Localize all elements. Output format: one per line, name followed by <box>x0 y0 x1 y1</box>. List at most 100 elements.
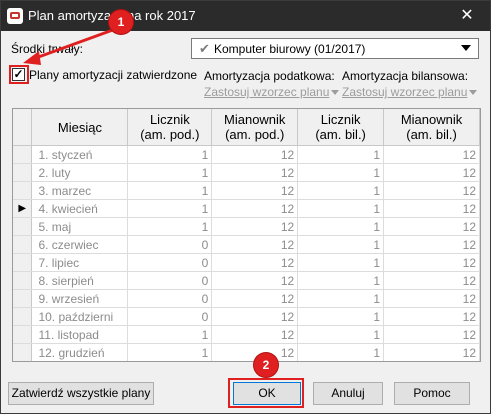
table-row[interactable]: 3. marzec 1 12 1 12 <box>13 181 480 200</box>
cell-tax-numerator[interactable]: 1 <box>127 163 213 182</box>
table-row[interactable]: ▶ 4. kwiecień 1 12 1 12 <box>13 199 480 218</box>
table-row[interactable]: 5. maj 1 12 1 12 <box>13 217 480 236</box>
app-icon <box>7 8 23 24</box>
cell-tax-numerator[interactable]: 1 <box>127 199 213 218</box>
row-indicator <box>13 235 33 254</box>
approve-all-button[interactable]: Zatwierdź wszystkie plany <box>8 382 154 405</box>
cell-balance-denominator[interactable]: 12 <box>383 325 480 344</box>
cell-balance-denominator[interactable]: 12 <box>383 307 480 326</box>
cell-balance-numerator[interactable]: 1 <box>297 325 385 344</box>
row-indicator-header <box>13 109 33 146</box>
cell-tax-numerator[interactable]: 0 <box>127 289 213 308</box>
cell-balance-numerator[interactable]: 1 <box>297 145 385 164</box>
cell-month[interactable]: 1. styczeń <box>31 145 129 164</box>
cell-balance-numerator[interactable]: 1 <box>297 235 385 254</box>
cell-month[interactable]: 2. luty <box>31 163 129 182</box>
table-row[interactable]: 7. lipiec 0 12 1 12 <box>13 253 480 272</box>
table-header-row: Miesiąc Licznik (am. pod.) Mianownik (am. … <box>13 109 480 146</box>
cell-tax-denominator[interactable]: 12 <box>211 145 299 164</box>
cell-tax-denominator[interactable]: 12 <box>211 271 299 290</box>
cell-month[interactable]: 11. listopad <box>31 325 129 344</box>
checkmark-icon: ✔ <box>199 41 210 56</box>
table-row[interactable]: 11. listopad 1 12 1 12 <box>13 325 480 344</box>
cell-balance-numerator[interactable]: 1 <box>297 307 385 326</box>
cell-balance-numerator[interactable]: 1 <box>297 181 385 200</box>
asset-select[interactable]: ✔ Komputer biurowy (01/2017) <box>191 38 479 59</box>
cell-tax-denominator[interactable]: 12 <box>211 307 299 326</box>
cell-balance-denominator[interactable]: 12 <box>383 271 480 290</box>
cell-balance-numerator[interactable]: 1 <box>297 289 385 308</box>
cell-tax-numerator[interactable]: 1 <box>127 217 213 236</box>
cell-balance-numerator[interactable]: 1 <box>297 163 385 182</box>
cell-tax-numerator[interactable]: 0 <box>127 307 213 326</box>
cell-tax-denominator[interactable]: 12 <box>211 325 299 344</box>
cell-month[interactable]: 3. marzec <box>31 181 129 200</box>
dropdown-arrow-icon <box>461 45 471 51</box>
cell-tax-denominator[interactable]: 12 <box>211 181 299 200</box>
cancel-button[interactable]: Anuluj <box>313 382 383 405</box>
annotation-badge-1: 1 <box>109 10 133 34</box>
tax-amortization-label: Amortyzacja podatkowa: <box>204 69 335 83</box>
table-row[interactable]: 2. luty 1 12 1 12 <box>13 163 480 182</box>
col-header-tax-numerator[interactable]: Licznik (am. pod.) <box>127 109 213 146</box>
col-header-tax-denominator[interactable]: Mianownik (am. pod.) <box>211 109 299 146</box>
cell-balance-denominator[interactable]: 12 <box>383 253 480 272</box>
col-header-balance-numerator[interactable]: Licznik (am. bil.) <box>297 109 385 146</box>
cell-tax-numerator[interactable]: 1 <box>127 343 213 361</box>
cell-month[interactable]: 6. czerwiec <box>31 235 129 254</box>
table-row[interactable]: 10. październi 0 12 1 12 <box>13 307 480 326</box>
cell-balance-denominator[interactable]: 12 <box>383 235 480 254</box>
cell-balance-denominator[interactable]: 12 <box>383 343 480 361</box>
help-button[interactable]: Pomoc <box>394 382 470 405</box>
cell-balance-numerator[interactable]: 1 <box>297 199 385 218</box>
table-row[interactable]: 6. czerwiec 0 12 1 12 <box>13 235 480 254</box>
cell-balance-denominator[interactable]: 12 <box>383 163 480 182</box>
amortization-grid[interactable]: Miesiąc Licznik (am. pod.) Mianownik (am. … <box>12 108 481 362</box>
dialog-window: Plan amortyzacji na rok 2017 ✕ Środki tr… <box>0 0 491 414</box>
col-header-month[interactable]: Miesiąc <box>31 109 129 146</box>
row-indicator <box>13 289 33 308</box>
cell-tax-numerator[interactable]: 0 <box>127 235 213 254</box>
row-indicator <box>13 253 33 272</box>
table-row[interactable]: 1. styczeń 1 12 1 12 <box>13 145 480 164</box>
cell-tax-numerator[interactable]: 1 <box>127 145 213 164</box>
cell-tax-numerator[interactable]: 1 <box>127 181 213 200</box>
cell-tax-denominator[interactable]: 12 <box>211 163 299 182</box>
cell-month[interactable]: 9. wrzesień <box>31 289 129 308</box>
cell-month[interactable]: 10. październi <box>31 307 129 326</box>
table-row[interactable]: 12. grudzień 1 12 1 12 <box>13 343 480 361</box>
cell-balance-denominator[interactable]: 12 <box>383 289 480 308</box>
cell-tax-numerator[interactable]: 0 <box>127 253 213 272</box>
cell-tax-numerator[interactable]: 1 <box>127 325 213 344</box>
close-icon[interactable]: ✕ <box>444 1 490 31</box>
cell-balance-denominator[interactable]: 12 <box>383 217 480 236</box>
cell-month[interactable]: 4. kwiecień <box>31 199 129 218</box>
cell-month[interactable]: 5. maj <box>31 217 129 236</box>
tax-apply-template-link[interactable]: Zastosuj wzorzec planu <box>204 85 340 99</box>
cell-balance-numerator[interactable]: 1 <box>297 343 385 361</box>
plan-table: Miesiąc Licznik (am. pod.) Mianownik (am. … <box>13 109 480 361</box>
cell-tax-denominator[interactable]: 12 <box>211 289 299 308</box>
cell-month[interactable]: 8. sierpień <box>31 271 129 290</box>
row-indicator <box>13 145 33 164</box>
cell-tax-numerator[interactable]: 0 <box>127 271 213 290</box>
cell-balance-numerator[interactable]: 1 <box>297 271 385 290</box>
cell-tax-denominator[interactable]: 12 <box>211 199 299 218</box>
cell-balance-denominator[interactable]: 12 <box>383 199 480 218</box>
cell-balance-numerator[interactable]: 1 <box>297 253 385 272</box>
tax-apply-template-text: Zastosuj wzorzec planu <box>204 85 330 99</box>
cell-tax-denominator[interactable]: 12 <box>211 253 299 272</box>
table-row[interactable]: 8. sierpień 0 12 1 12 <box>13 271 480 290</box>
col-header-balance-denominator[interactable]: Mianownik (am. bil.) <box>383 109 480 146</box>
cell-balance-denominator[interactable]: 12 <box>383 145 480 164</box>
cell-tax-denominator[interactable]: 12 <box>211 217 299 236</box>
chevron-down-icon <box>469 90 478 96</box>
table-row[interactable]: 9. wrzesień 0 12 1 12 <box>13 289 480 308</box>
cell-month[interactable]: 12. grudzień <box>31 343 129 361</box>
cell-balance-numerator[interactable]: 1 <box>297 217 385 236</box>
balance-apply-template-link[interactable]: Zastosuj wzorzec planu <box>342 85 478 99</box>
row-indicator <box>13 163 33 182</box>
cell-tax-denominator[interactable]: 12 <box>211 235 299 254</box>
cell-month[interactable]: 7. lipiec <box>31 253 129 272</box>
cell-balance-denominator[interactable]: 12 <box>383 181 480 200</box>
